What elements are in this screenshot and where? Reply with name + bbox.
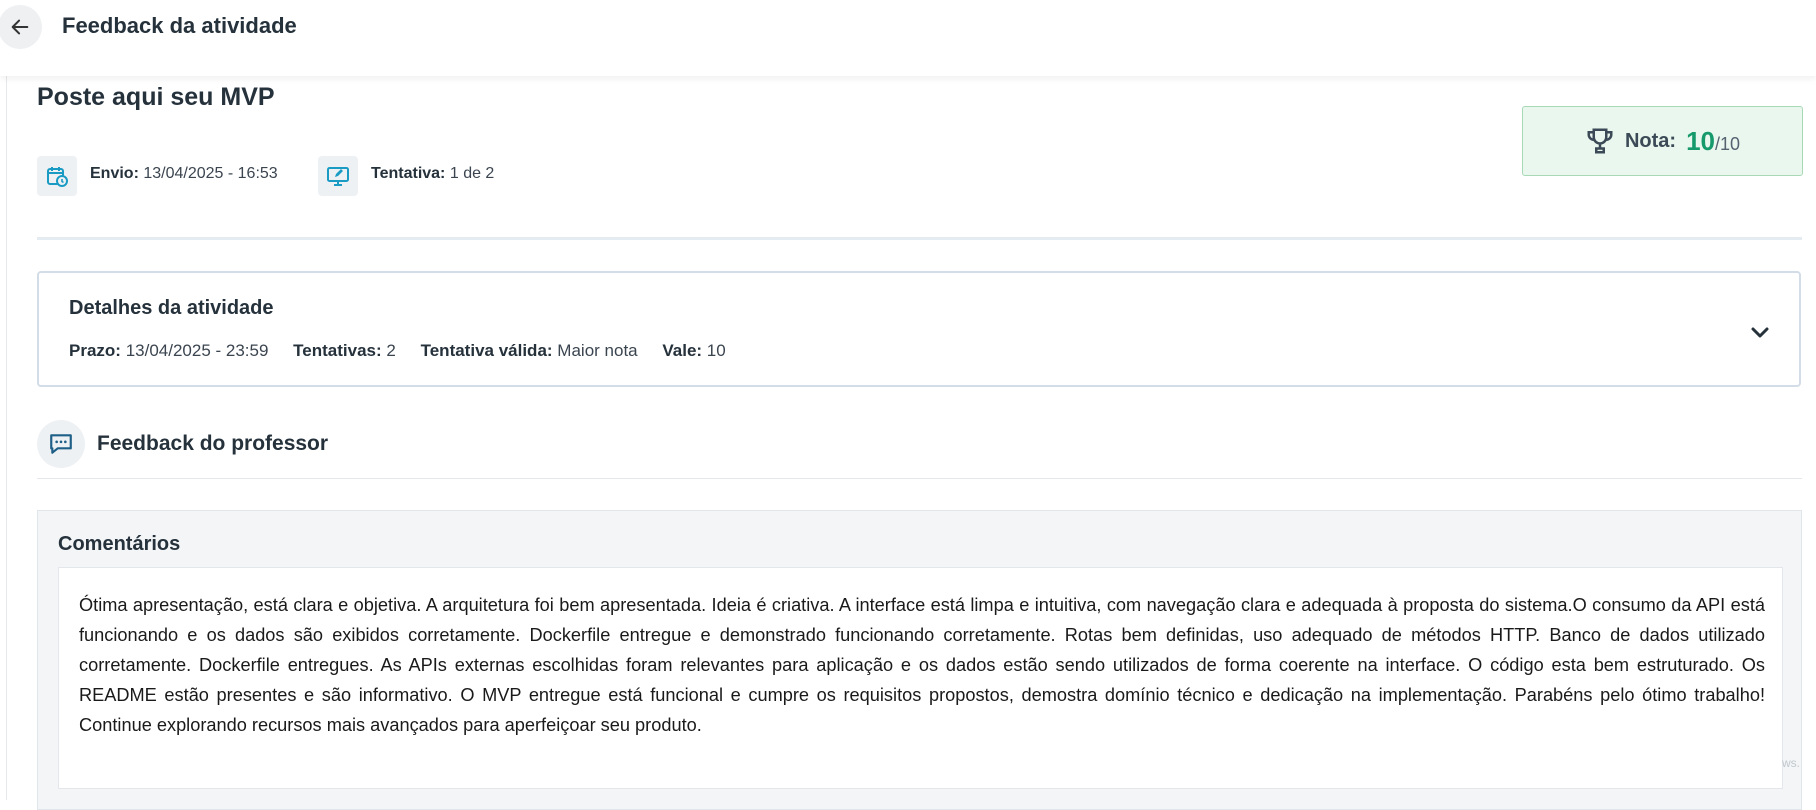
submission-icon-box (37, 156, 77, 196)
activity-title: Poste aqui seu MVP (37, 83, 275, 111)
feedback-divider (37, 478, 1802, 479)
comments-title: Comentários (58, 533, 181, 555)
chat-bubble-icon (50, 434, 72, 454)
top-bar: Feedback da atividade (0, 0, 1816, 76)
activity-details-card[interactable]: Detalhes da atividade Prazo: 13/04/2025 … (37, 271, 1801, 387)
comments-text: Ótima apresentação, está clara e objetiv… (79, 595, 1765, 735)
feedback-title: Feedback do professor (97, 432, 329, 455)
expand-details-button[interactable] (1745, 321, 1775, 345)
back-button[interactable] (0, 5, 42, 49)
submission-info: Envio: 13/04/2025 - 16:53 (90, 165, 278, 183)
watermark: ws. (1782, 756, 1800, 770)
worth-label: Vale: (662, 341, 703, 360)
grade-max: /10 (1715, 133, 1741, 154)
comments-box: Ótima apresentação, está clara e objetiv… (58, 567, 1783, 789)
details-title: Detalhes da atividade (69, 297, 274, 319)
page-header-title: Feedback da atividade (62, 13, 297, 38)
submission-label: Envio: (90, 165, 139, 182)
attempt-icon-box (318, 156, 358, 196)
grade-badge: Nota: 10/10 (1522, 106, 1803, 176)
valid-attempt-label: Tentativa válida: (420, 341, 553, 360)
section-divider (37, 237, 1802, 240)
worth-value: 10 (706, 341, 726, 360)
trophy-icon (1587, 128, 1613, 154)
attempt-info: Tentativa: 1 de 2 (371, 165, 494, 183)
deadline-label: Prazo: (69, 341, 121, 360)
comments-panel: Comentários Ótima apresentação, está cla… (37, 510, 1802, 810)
attempts-value: 2 (386, 341, 396, 360)
attempt-label: Tentativa: (371, 165, 446, 182)
left-divider (6, 76, 7, 800)
monitor-edit-icon (327, 167, 349, 186)
attempt-value: 1 de 2 (449, 165, 495, 182)
attempts-label: Tentativas: (293, 341, 382, 360)
chevron-down-icon (1751, 327, 1769, 338)
feedback-icon-circle (37, 420, 85, 468)
valid-attempt-value: Maior nota (557, 341, 638, 360)
calendar-clock-icon (47, 167, 68, 187)
grade-value: 10 (1686, 125, 1715, 156)
grade-label: Nota: (1624, 129, 1677, 152)
arrow-left-icon (11, 19, 29, 35)
deadline-value: 13/04/2025 - 23:59 (125, 341, 269, 360)
details-row: Prazo: 13/04/2025 - 23:59 Tentativas: 2 … (69, 341, 746, 361)
submission-value: 13/04/2025 - 16:53 (143, 165, 278, 182)
